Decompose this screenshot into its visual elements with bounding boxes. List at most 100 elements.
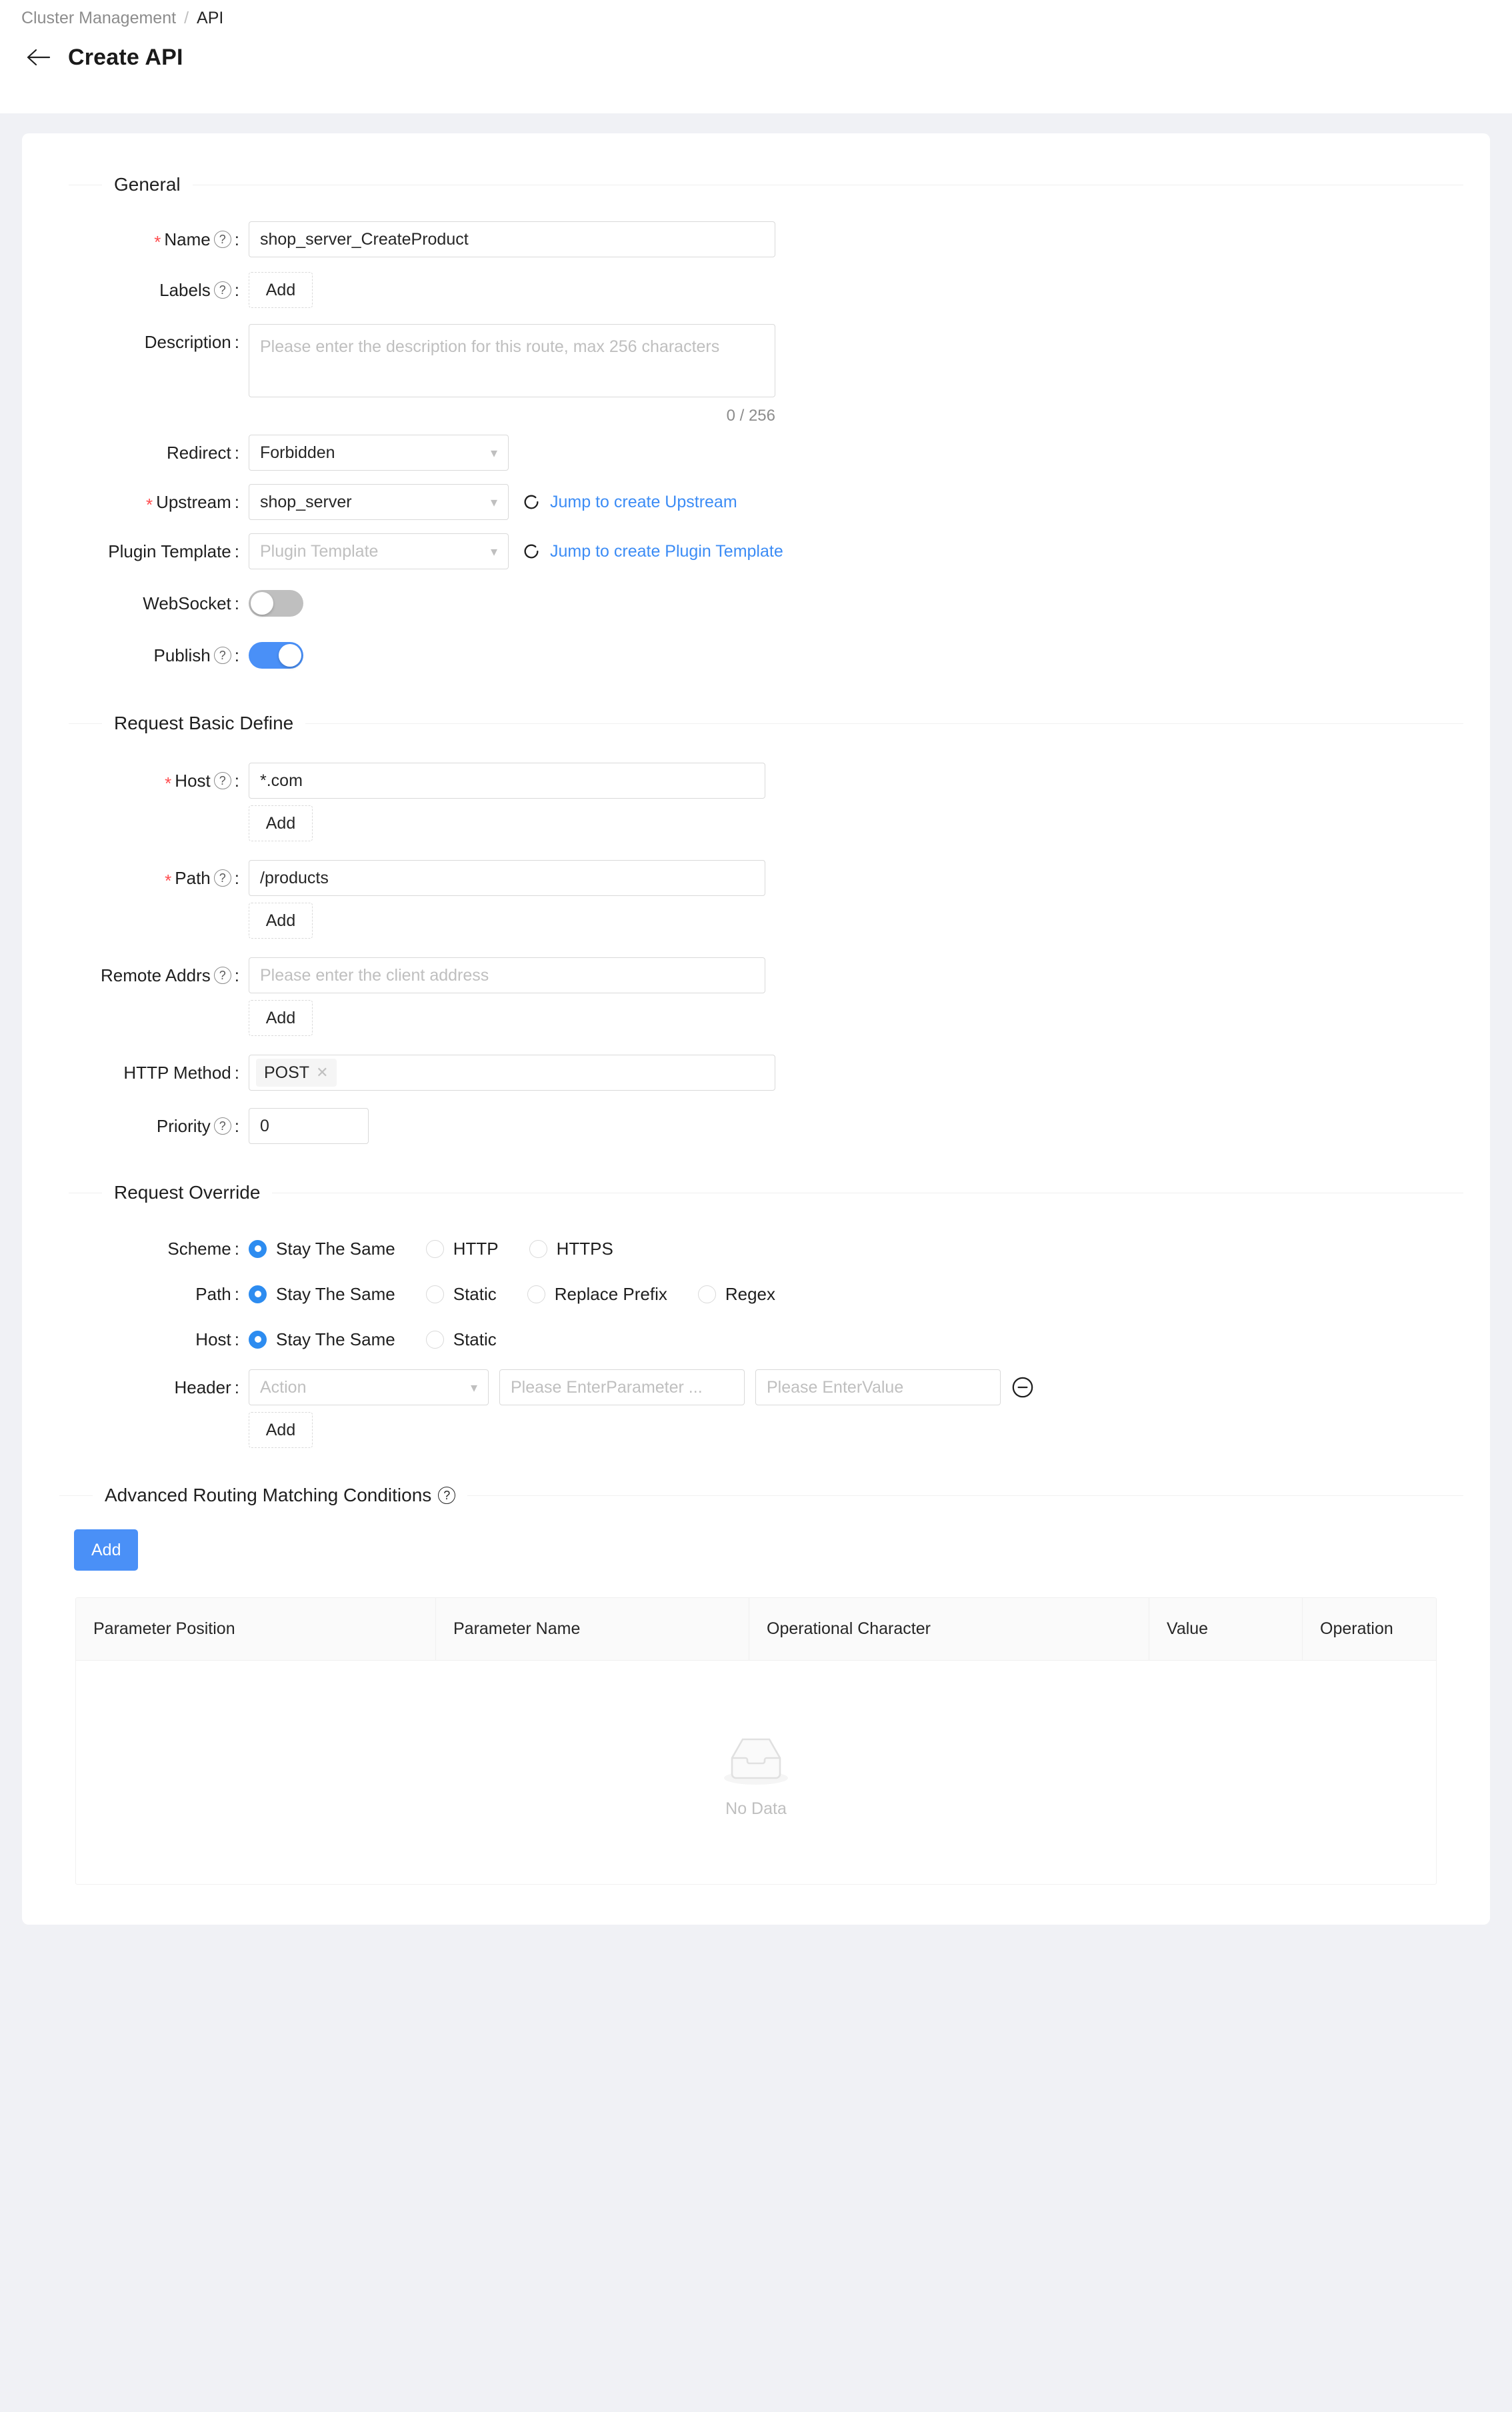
label-text-redirect: Redirect [166,443,231,463]
help-icon-remote-addrs[interactable]: ? [213,967,231,984]
section-title-general: General [114,174,181,195]
label-override-path: Path : [22,1276,249,1312]
section-title-request-basic: Request Basic Define [114,713,294,733]
refresh-icon[interactable] [522,542,541,561]
help-icon-name[interactable]: ? [213,231,231,248]
advanced-routing-table: Parameter Position Parameter Name Operat… [75,1597,1437,1885]
column-header-value: Value [1149,1598,1303,1660]
field-row-path: * Path ? : /products Add [22,860,1490,939]
advanced-routing-add-button[interactable]: Add [74,1529,139,1571]
control-publish [249,637,1490,669]
help-icon-labels[interactable]: ? [213,281,231,299]
required-asterisk-name: * [154,232,161,252]
host-add-button[interactable]: Add [249,805,313,841]
field-row-override-header: Header : Action ▾ Please EnterParameter … [22,1369,1490,1448]
toggle-knob [279,644,301,667]
upstream-select[interactable]: shop_server ▾ [249,484,509,520]
minus-circle-icon[interactable] [1011,1376,1034,1399]
section-title-advanced-routing-text: Advanced Routing Matching Conditions [105,1485,432,1505]
header-action-select[interactable]: Action ▾ [249,1369,489,1405]
label-override-scheme: Scheme : [22,1231,249,1267]
column-header-operation: Operation [1320,1619,1393,1638]
arrow-left-icon[interactable] [25,44,52,71]
path-radio-replace-prefix[interactable]: Replace Prefix [527,1284,667,1305]
label-colon: : [234,492,239,512]
column-header-parameter-name: Parameter Name [436,1598,749,1660]
label-name: * Name ? : [22,221,249,257]
control-override-header: Action ▾ Please EnterParameter ... Pleas… [249,1369,1490,1448]
label-colon: : [234,1116,239,1136]
remote-addrs-add-button[interactable]: Add [249,1000,313,1036]
scheme-radio-stay-the-same[interactable]: Stay The Same [249,1239,395,1259]
http-method-select[interactable]: POST ✕ [249,1055,775,1091]
section-request-basic-define: Request Basic Define [22,700,1490,747]
websocket-toggle[interactable] [249,590,303,617]
path-radio-static[interactable]: Static [425,1284,497,1305]
radio-dot [529,1239,547,1258]
field-row-override-host: Host : Stay The Same Static [22,1321,1490,1357]
host-input[interactable]: *.com [249,763,765,799]
plugin-template-select[interactable]: Plugin Template ▾ [249,533,509,569]
header-value-input[interactable]: Please EnterValue [755,1369,1001,1405]
help-icon-publish[interactable]: ? [213,647,231,664]
labels-add-button[interactable]: Add [249,272,313,308]
priority-input[interactable]: 0 [249,1108,369,1144]
scheme-radio-group: Stay The Same HTTP HTTPS [249,1231,613,1267]
refresh-icon[interactable] [522,493,541,511]
jump-to-create-upstream-link[interactable]: Jump to create Upstream [550,493,737,512]
table-empty-state: No Data [76,1661,1436,1884]
label-http-method: HTTP Method : [22,1055,249,1091]
label-upstream: * Upstream : [22,484,249,520]
close-icon[interactable]: ✕ [316,1064,328,1081]
empty-state-text: No Data [725,1799,787,1818]
host-radio-stay-the-same[interactable]: Stay The Same [249,1329,395,1350]
divider-left [59,1495,93,1496]
label-text-description: Description [144,332,231,352]
host-radio-static[interactable]: Static [425,1329,497,1350]
radio-dot [697,1285,716,1303]
name-input[interactable]: shop_server_CreateProduct [249,221,775,257]
control-plugin-template: Plugin Template ▾ Jump to create Plugin … [249,533,1490,569]
label-text-upstream: Upstream [156,492,231,512]
plugin-template-link-wrap: Jump to create Plugin Template [522,533,783,569]
path-option-label: Stay The Same [276,1283,395,1304]
help-icon-advanced-routing[interactable]: ? [438,1487,456,1504]
host-option-label: Static [453,1329,497,1349]
toggle-knob [251,592,273,615]
description-textarea[interactable]: Please enter the description for this ro… [249,324,775,397]
path-add-button[interactable]: Add [249,903,313,939]
path-radio-regex[interactable]: Regex [697,1284,775,1305]
scheme-radio-https[interactable]: HTTPS [529,1239,613,1259]
path-input[interactable]: /products [249,860,765,896]
label-colon: : [234,1377,239,1397]
jump-to-create-plugin-template-link[interactable]: Jump to create Plugin Template [550,542,783,561]
help-icon-priority[interactable]: ? [213,1117,231,1135]
control-upstream: shop_server ▾ Jump to create Upstream [249,484,1490,520]
help-icon-path[interactable]: ? [213,869,231,887]
label-colon: : [234,771,239,791]
header-add-button[interactable]: Add [249,1412,313,1448]
path-radio-stay-the-same[interactable]: Stay The Same [249,1284,395,1305]
control-http-method: POST ✕ [249,1055,1490,1091]
label-redirect: Redirect : [22,435,249,471]
remote-addrs-input[interactable]: Please enter the client address [249,957,765,993]
header-parameter-input[interactable]: Please EnterParameter ... [499,1369,745,1405]
header-action-value: Action [260,1377,307,1397]
breadcrumb-parent[interactable]: Cluster Management [21,7,176,29]
radio-dot [249,1330,267,1349]
redirect-select[interactable]: Forbidden ▾ [249,435,509,471]
help-icon-host[interactable]: ? [213,772,231,789]
publish-toggle[interactable] [249,642,303,669]
radio-dot [425,1330,444,1349]
scheme-radio-http[interactable]: HTTP [425,1239,499,1259]
http-method-tag-label: POST [264,1063,310,1082]
radio-dot [249,1239,267,1258]
label-websocket: WebSocket : [22,585,249,621]
breadcrumb: Cluster Management / API [0,0,1512,29]
field-row-priority: Priority ? : 0 [22,1108,1490,1144]
radio-dot [249,1285,267,1303]
field-row-http-method: HTTP Method : POST ✕ [22,1055,1490,1091]
section-request-override: Request Override [22,1169,1490,1216]
label-text-override-header: Header [174,1377,231,1397]
description-stack: Please enter the description for this ro… [249,324,775,425]
